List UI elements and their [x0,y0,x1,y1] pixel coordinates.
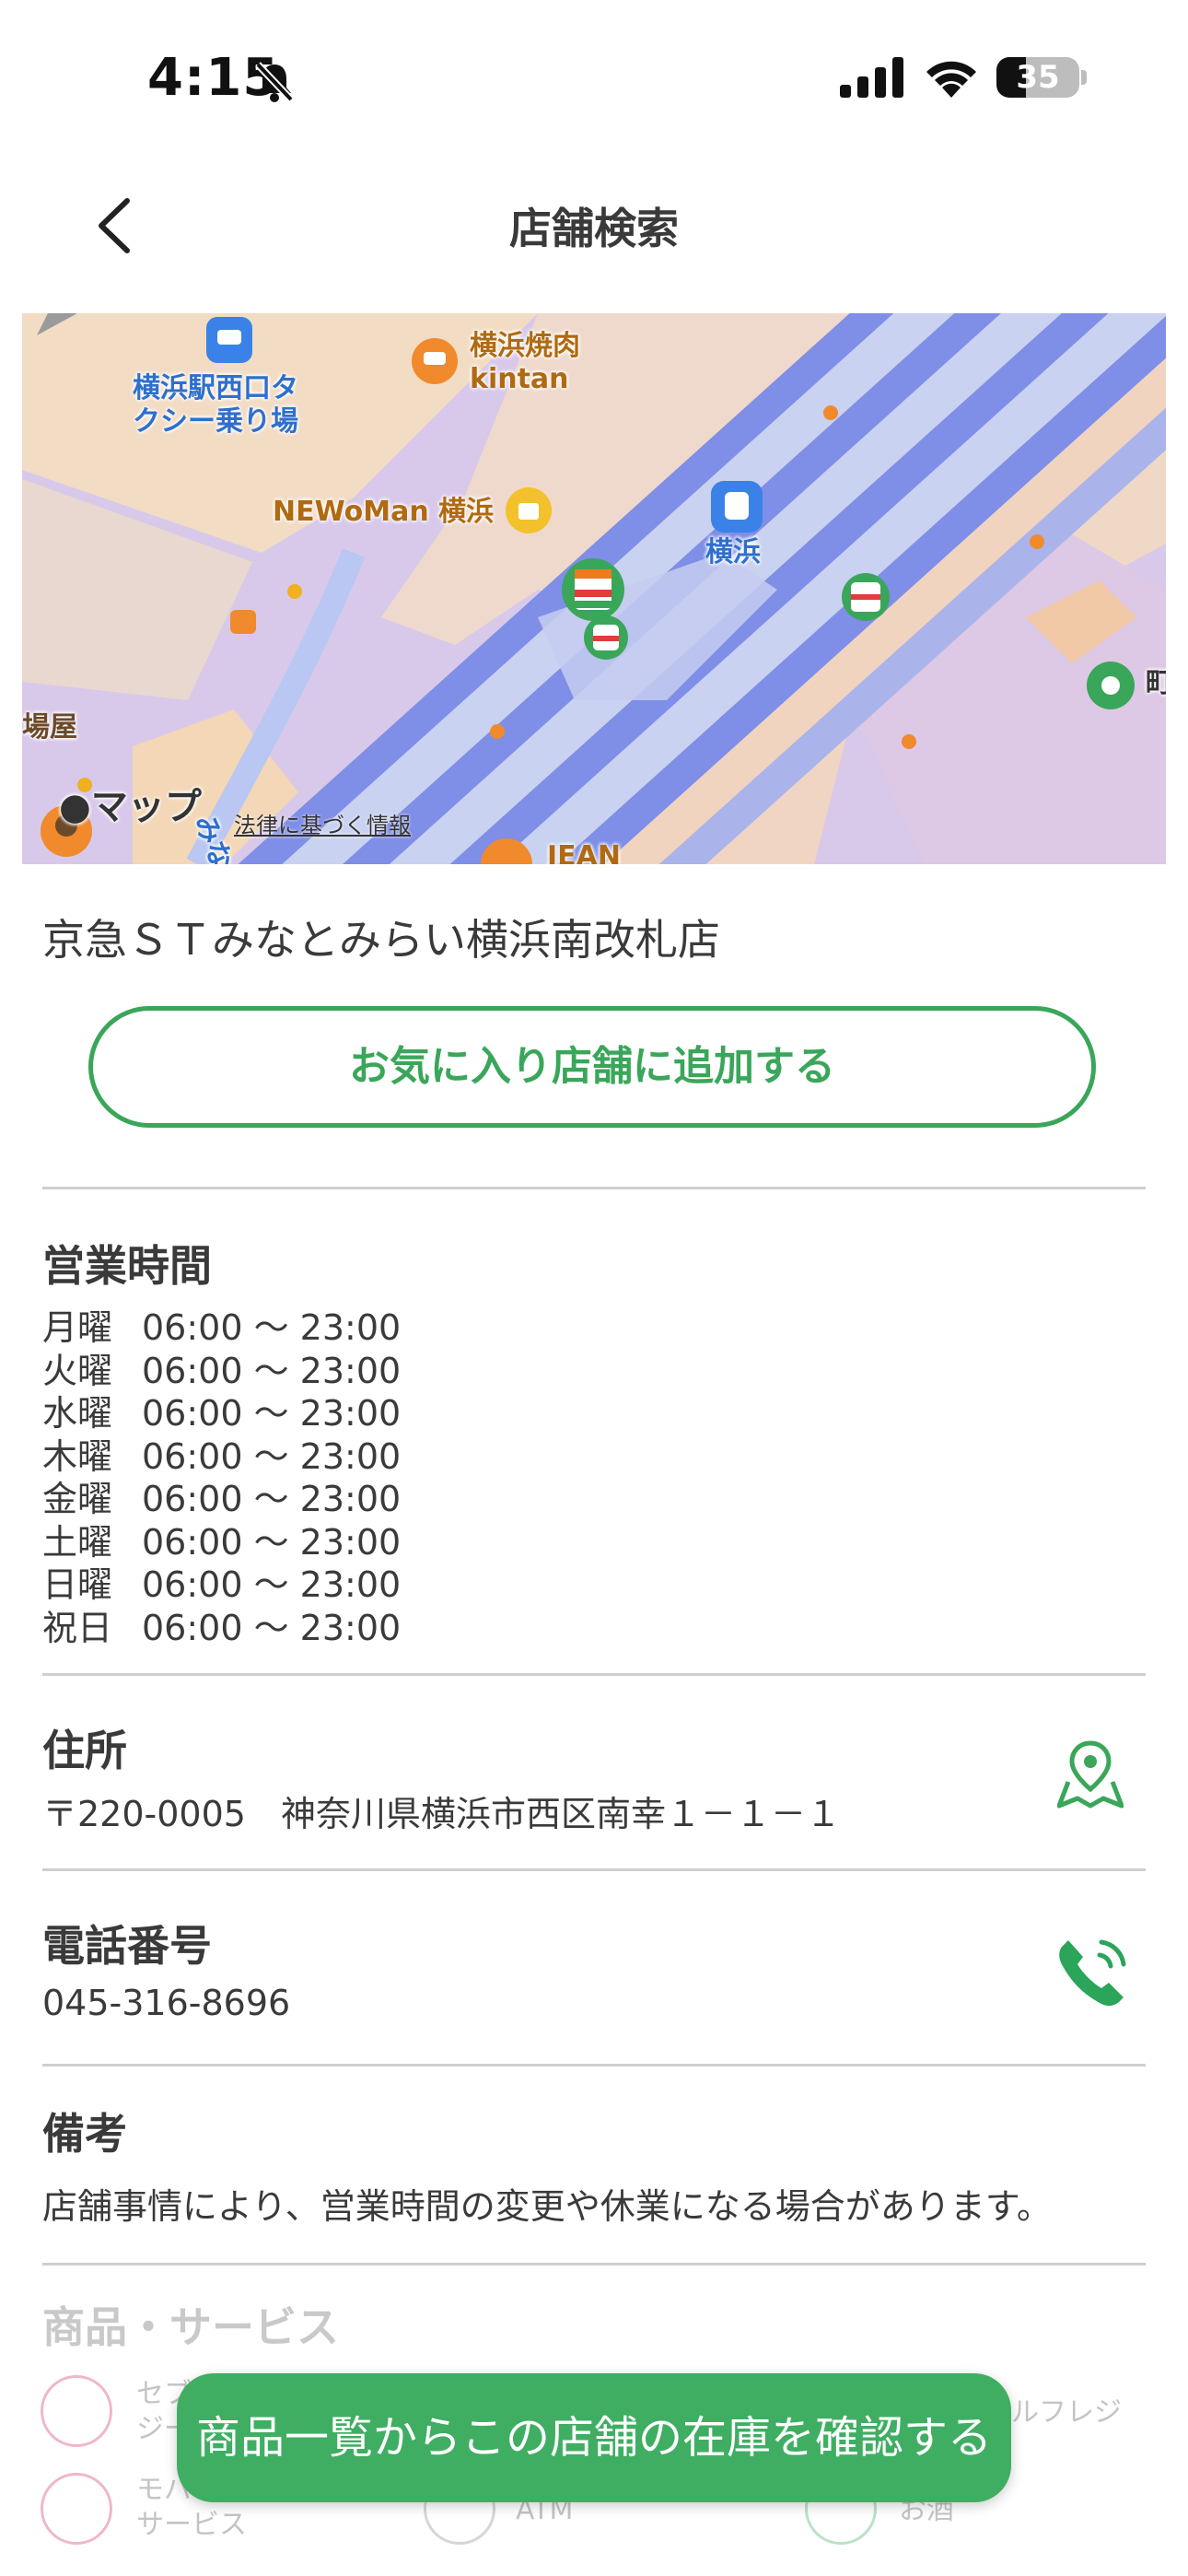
divider [42,1673,1146,1676]
hours-row: 木曜 06:00 〜 23:00 [42,1428,401,1477]
hours-row: 金曜 06:00 〜 23:00 [42,1470,401,1519]
map-label-left: 場屋 [22,711,77,744]
hours-row: 火曜 06:00 〜 23:00 [42,1342,401,1391]
hours-row: 水曜 06:00 〜 23:00 [42,1385,401,1434]
hours-day: 祝日 [42,1607,113,1648]
address-title: 住所 [42,1726,127,1775]
hours-row: 日曜 06:00 〜 23:00 [42,1556,401,1605]
maps-brand-text: マップ [90,786,202,828]
notes-value: 店舗事情により、営業時間の変更や休業になる場合があります。 [42,2186,1052,2227]
map-label-right: 町 [1146,667,1166,699]
battery-charge-icon [41,2473,112,2545]
bell-muted-icon [255,62,294,102]
divider [42,2263,1146,2266]
page-title: 店舗検索 [509,204,679,253]
hours-time: 06:00 〜 23:00 [142,1607,402,1648]
product-item-label: ルフレジ [1011,2396,1122,2429]
cellular-signal-icon [840,57,903,98]
check-stock-button[interactable]: 商品一覧からこの店舗の在庫を確認する [177,2373,1011,2502]
map-label-newoman: NEWoMan 横浜 [273,496,495,528]
hours-row: 月曜 06:00 〜 23:00 [42,1299,401,1348]
divider [42,2064,1146,2067]
phone-title: 電話番号 [42,1921,212,1971]
map-label-yokohama-station: 横浜 [705,536,761,568]
apple-logo-icon: ● [59,786,91,828]
store-map[interactable]: 横浜駅西口タ クシー乗り場 横浜焼肉 kintan NEWoMan 横浜 横浜 … [22,313,1166,864]
wifi-icon [926,61,976,98]
hours-list: 月曜 06:00 〜 23:00 火曜 06:00 〜 23:00 水曜 06:00 … [42,1299,401,1648]
map-label-taxi: 横浜駅西口タ クシー乗り場 [133,372,298,438]
map-label-bottom: JEAN [547,840,621,864]
divider [42,1187,1146,1189]
hours-row: 土曜 06:00 〜 23:00 [42,1514,401,1563]
notes-title: 備考 [42,2109,127,2159]
address-value: 〒220-0005 神奈川県横浜市西区南幸１－１－１ [42,1794,841,1834]
store-name: 京急ＳＴみなとみらい横浜南改札店 [42,915,720,965]
divider [42,1868,1146,1871]
hours-title: 営業時間 [42,1241,212,1291]
phone-value: 045-316-8696 [42,1983,291,2023]
status-bar: 4:15 35 [0,0,1188,157]
add-favorite-button[interactable]: お気に入り店舗に追加する [88,1006,1096,1128]
cup-icon [41,2375,112,2447]
battery-tip [1081,70,1087,85]
maps-brand: ●マップ [59,789,202,825]
hours-row: 祝日 06:00 〜 23:00 [42,1599,401,1648]
battery-icon: 35 [996,57,1079,98]
map-label-kintan: 横浜焼肉 kintan [470,330,580,395]
products-title: 商品・サービス [42,2302,339,2352]
map-legal-link[interactable]: 法律に基づく情報 [234,807,411,839]
phone-call-icon[interactable] [1050,1929,1135,2014]
battery-level: 35 [1016,59,1060,96]
map-pin-icon[interactable] [1057,1739,1124,1809]
